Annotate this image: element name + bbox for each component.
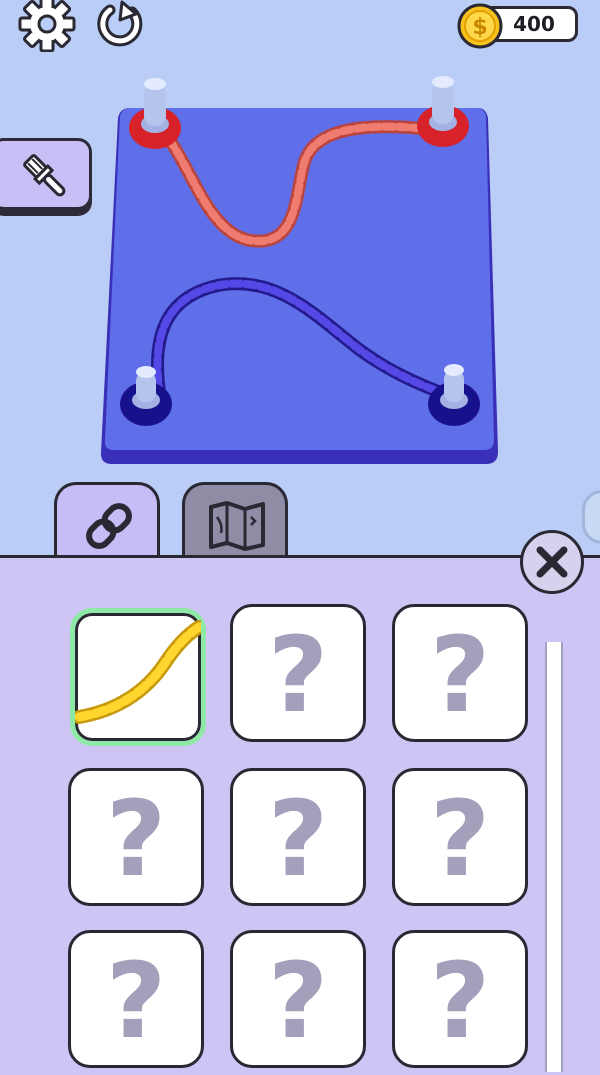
coin-amount: 400 <box>513 12 555 36</box>
chain-skin-locked[interactable]: ? <box>392 604 528 742</box>
gear-icon <box>18 0 76 53</box>
locked-question-mark: ? <box>105 778 167 900</box>
chain-skin-locked[interactable]: ? <box>392 930 528 1068</box>
locked-question-mark: ? <box>429 778 491 900</box>
locked-question-mark: ? <box>105 940 167 1062</box>
chain-skin-locked[interactable]: ? <box>230 768 366 906</box>
locked-question-mark: ? <box>267 940 329 1062</box>
red-peg[interactable] <box>129 78 181 149</box>
map-icon <box>209 501 265 551</box>
gold-chain-icon <box>75 620 201 724</box>
locked-question-mark: ? <box>267 614 329 736</box>
close-button[interactable] <box>520 530 584 594</box>
side-pull-tab[interactable] <box>582 490 600 544</box>
locked-question-mark: ? <box>429 940 491 1062</box>
chain-skin-locked[interactable]: ? <box>68 768 204 906</box>
panel-scrollbar[interactable] <box>545 642 563 1072</box>
svg-text:$: $ <box>472 15 487 40</box>
dollar-coin-icon: $ <box>457 3 503 49</box>
locked-question-mark: ? <box>429 614 491 736</box>
coin-counter: 400 $ <box>456 3 580 49</box>
chain-link-icon <box>86 503 132 549</box>
tab-chains[interactable] <box>54 482 160 564</box>
chain-skin-locked[interactable]: ? <box>392 768 528 906</box>
chain-skin-locked[interactable]: ? <box>230 930 366 1068</box>
restart-button[interactable] <box>92 0 148 52</box>
chain-skin-gold[interactable] <box>70 608 206 746</box>
close-icon <box>536 546 568 578</box>
settings-button[interactable] <box>18 0 76 53</box>
red-peg[interactable] <box>417 76 469 147</box>
locked-question-mark: ? <box>267 778 329 900</box>
chain-skin-locked[interactable]: ? <box>230 604 366 742</box>
chain-skin-locked[interactable]: ? <box>68 930 204 1068</box>
tab-maps[interactable] <box>182 482 288 564</box>
restart-icon <box>97 0 143 47</box>
game-board[interactable] <box>0 60 600 480</box>
